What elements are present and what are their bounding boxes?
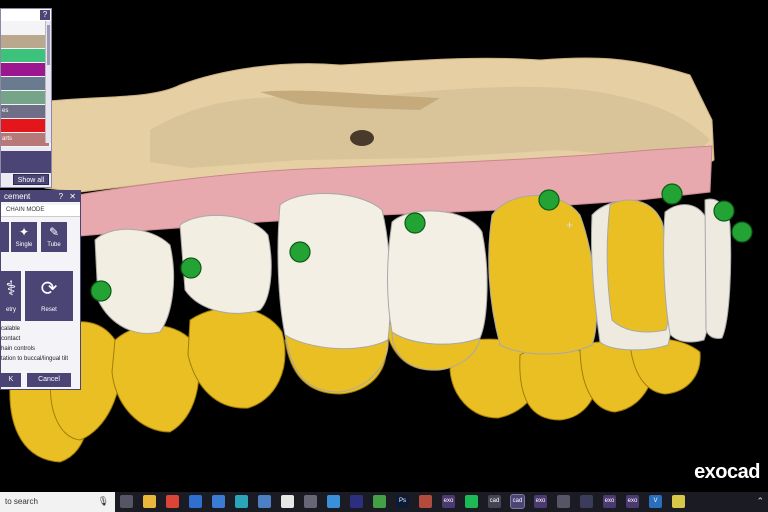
mode-single-label: Single xyxy=(15,242,33,248)
option-chain-controls[interactable]: hain controls xyxy=(1,346,35,352)
app-photo-icon[interactable] xyxy=(258,495,271,508)
dialog-title-bar: cement ? ✕ xyxy=(1,191,80,202)
layer-row[interactable] xyxy=(1,49,49,62)
app-green-icon[interactable] xyxy=(373,495,386,508)
mode-tube-label: Tube xyxy=(47,242,61,248)
dialog-title: cement xyxy=(4,192,31,201)
tray-chevron-icon[interactable]: ⌃ xyxy=(756,496,764,507)
chain-mode-label: CHAIN MODE xyxy=(6,207,45,213)
app-gem-icon[interactable] xyxy=(419,495,432,508)
symmetry-icon: ⚕ xyxy=(5,278,17,300)
search-placeholder: to search xyxy=(5,497,38,506)
control-point[interactable] xyxy=(90,280,112,302)
app-circle-icon[interactable] xyxy=(189,495,202,508)
photoshop-icon[interactable]: Ps xyxy=(396,495,409,508)
layer-panel-header: ? xyxy=(1,9,51,21)
control-point[interactable] xyxy=(731,221,753,243)
app-moon-icon[interactable] xyxy=(580,495,593,508)
app-gear-icon[interactable] xyxy=(557,495,570,508)
dental-model-render[interactable]: + xyxy=(0,0,768,492)
3d-viewport[interactable]: + xyxy=(0,0,768,492)
option-scalable[interactable]: calable xyxy=(1,326,20,332)
layer-row[interactable] xyxy=(1,21,49,34)
symmetry-label: etry xyxy=(5,307,16,313)
layer-row[interactable] xyxy=(1,119,49,132)
control-point[interactable] xyxy=(180,257,202,279)
single-icon: ✦ xyxy=(18,225,30,239)
exo-app-1-icon[interactable]: exo xyxy=(442,495,455,508)
option-rotation-tilt[interactable]: tation to buccal/lingual tilt xyxy=(1,356,68,362)
symmetry-button[interactable]: ⚕ etry xyxy=(1,271,21,321)
control-point[interactable] xyxy=(289,241,311,263)
exo-app-3-icon[interactable]: exo xyxy=(603,495,616,508)
cursor-crosshair: + xyxy=(566,218,573,232)
exo-app-4-icon[interactable]: exo xyxy=(626,495,639,508)
task-view-icon[interactable] xyxy=(120,495,133,508)
chain-mode-header: CHAIN MODE xyxy=(1,205,80,217)
control-point[interactable] xyxy=(713,200,735,222)
app-notes-icon[interactable] xyxy=(672,495,685,508)
ok-button[interactable]: K xyxy=(1,373,21,387)
app-monitor-icon[interactable] xyxy=(212,495,225,508)
app-search-icon[interactable] xyxy=(350,495,363,508)
layer-row[interactable] xyxy=(1,77,49,90)
calculator-icon[interactable] xyxy=(304,495,317,508)
cad-app-2-icon[interactable]: cad xyxy=(510,494,525,509)
layer-row[interactable] xyxy=(1,91,49,104)
scroll-thumb[interactable] xyxy=(47,25,50,65)
file-explorer-icon[interactable] xyxy=(143,495,156,508)
placement-dialog: cement ? ✕ CHAIN MODE ✦ Single ✎ Tube ⚕ … xyxy=(0,190,81,390)
spotify-icon[interactable] xyxy=(465,495,478,508)
upper-jaw-hole xyxy=(350,130,374,146)
show-all-button[interactable]: Show all xyxy=(13,174,49,185)
app-grid-icon[interactable] xyxy=(327,495,340,508)
control-point[interactable] xyxy=(661,183,683,205)
exo-app-2-icon[interactable]: exo xyxy=(534,495,547,508)
exocad-logo: exocad xyxy=(694,461,760,483)
cad-app-1-icon[interactable]: cad xyxy=(488,495,501,508)
chrome-icon[interactable] xyxy=(166,495,179,508)
chain-icon xyxy=(1,222,9,242)
mode-single-button[interactable]: ✦ Single xyxy=(11,222,37,252)
mic-icon[interactable]: 🎙 xyxy=(98,496,109,507)
reset-button[interactable]: ⟳ Reset xyxy=(25,271,73,321)
mode-tube-button[interactable]: ✎ Tube xyxy=(41,222,67,252)
taskbar-search[interactable]: to search 🎙 xyxy=(0,492,115,512)
reset-icon: ⟳ xyxy=(40,278,58,300)
layer-panel-footer: Show all xyxy=(1,147,51,187)
layer-row[interactable] xyxy=(1,63,49,76)
app-shield-icon[interactable] xyxy=(235,495,248,508)
mode-chain-button[interactable] xyxy=(1,222,9,252)
layer-row[interactable]: arts xyxy=(1,133,49,146)
layer-row[interactable] xyxy=(1,35,49,48)
control-point[interactable] xyxy=(404,212,426,234)
reset-label: Reset xyxy=(41,307,57,313)
option-contact[interactable]: contact xyxy=(1,336,20,342)
app-v-icon[interactable]: V xyxy=(649,495,662,508)
taskbar: to search 🎙 Ps exo cad cad exo exo exo V ⌃ xyxy=(0,492,768,512)
dialog-controls[interactable]: ? ✕ xyxy=(59,191,78,202)
layer-row[interactable]: es xyxy=(1,105,49,118)
app-clock-icon[interactable] xyxy=(281,495,294,508)
layer-properties-bar xyxy=(1,151,51,173)
layer-panel: ? esartsshesttom Show all xyxy=(0,8,52,188)
control-point[interactable] xyxy=(538,189,560,211)
help-button[interactable]: ? xyxy=(40,10,50,20)
cancel-button[interactable]: Cancel xyxy=(27,373,71,387)
tube-icon: ✎ xyxy=(48,225,60,239)
layer-list-scrollbar[interactable] xyxy=(45,21,51,143)
